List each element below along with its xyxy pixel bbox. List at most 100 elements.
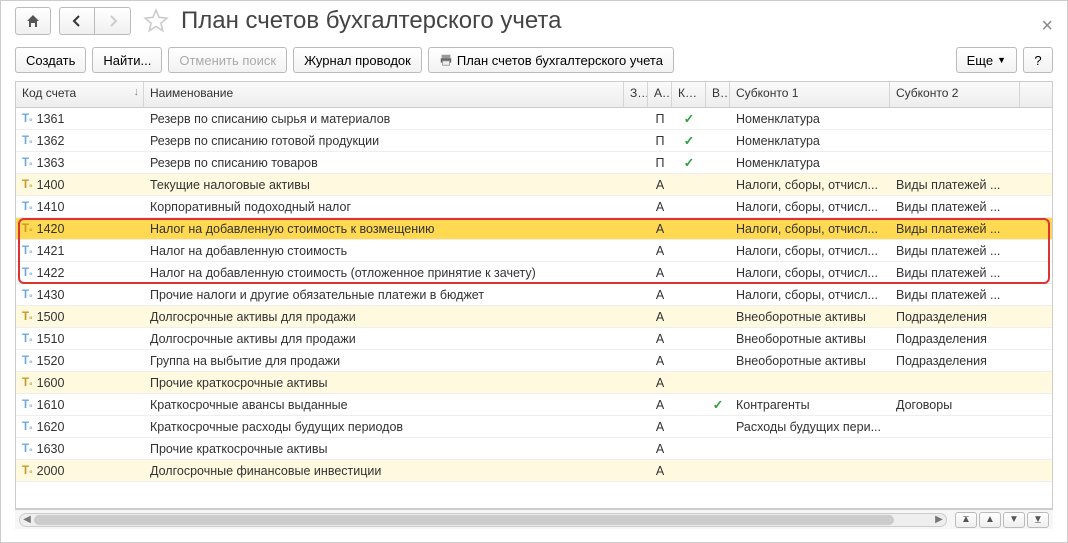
account-name: Группа на выбытие для продажи xyxy=(144,354,624,368)
account-child-icon: T₀ xyxy=(22,355,33,367)
subconto-2: Виды платежей ... xyxy=(890,178,1020,192)
account-type: А xyxy=(648,288,672,302)
account-child-icon: T₀ xyxy=(22,267,33,279)
cancel-search-button[interactable]: Отменить поиск xyxy=(168,47,287,73)
account-child-icon: T₀ xyxy=(22,135,33,147)
table-row[interactable]: T₀2000Долгосрочные финансовые инвестиции… xyxy=(16,460,1052,482)
help-button[interactable]: ? xyxy=(1023,47,1053,73)
account-type: А xyxy=(648,420,672,434)
back-button[interactable] xyxy=(59,7,95,35)
account-name: Долгосрочные финансовые инвестиции xyxy=(144,464,624,478)
journal-button[interactable]: Журнал проводок xyxy=(293,47,422,73)
arrow-right-icon xyxy=(106,14,120,28)
scroll-left-icon[interactable]: ◀ xyxy=(20,514,34,526)
subconto-1: Номенклатура xyxy=(730,112,890,126)
account-code: 1410 xyxy=(37,200,65,214)
account-type: А xyxy=(648,266,672,280)
table-row[interactable]: T₀1361Резерв по списанию сырья и материа… xyxy=(16,108,1052,130)
find-button[interactable]: Найти... xyxy=(92,47,162,73)
scroll-right-icon[interactable]: ▶ xyxy=(932,514,946,526)
account-code: 1430 xyxy=(37,288,65,302)
forward-button[interactable] xyxy=(95,7,131,35)
table-row[interactable]: T₀1422Налог на добавленную стоимость (от… xyxy=(16,262,1052,284)
grid-body[interactable]: T₀1361Резерв по списанию сырья и материа… xyxy=(16,108,1052,488)
account-type: А xyxy=(648,332,672,346)
account-parent-icon: T₀ xyxy=(22,465,33,477)
column-v[interactable]: В. xyxy=(706,82,730,107)
subconto-1: Внеоборотные активы xyxy=(730,354,890,368)
account-type: А xyxy=(648,244,672,258)
account-child-icon: T₀ xyxy=(22,245,33,257)
check-icon: ✓ xyxy=(713,398,723,412)
column-sub1[interactable]: Субконто 1 xyxy=(730,82,890,107)
account-name: Налог на добавленную стоимость к возмеще… xyxy=(144,222,624,236)
column-sub2[interactable]: Субконто 2 xyxy=(890,82,1020,107)
subconto-2: Виды платежей ... xyxy=(890,288,1020,302)
go-up-button[interactable]: ▲ xyxy=(979,512,1001,528)
grid-nav-arrows: ▲─ ▲ ▼ ▼─ xyxy=(951,512,1053,528)
subconto-1: Налоги, сборы, отчисл... xyxy=(730,266,890,280)
account-code: 1363 xyxy=(37,156,65,170)
page-title: План счетов бухгалтерского учета xyxy=(181,7,562,35)
subconto-1: Контрагенты xyxy=(730,398,890,412)
table-row[interactable]: T₀ 1620 Краткосрочные расходы будущих пери… xyxy=(16,416,1052,438)
account-code: 1620 xyxy=(37,420,65,434)
table-row[interactable]: T₀1510Долгосрочные активы для продажиАВн… xyxy=(16,328,1052,350)
account-parent-icon: T₀ xyxy=(22,223,33,235)
account-type: А xyxy=(648,222,672,236)
arrow-left-icon xyxy=(70,14,84,28)
account-code: 1630 xyxy=(37,442,65,456)
print-chart-button[interactable]: План счетов бухгалтерского учета xyxy=(428,47,674,73)
account-name: Налог на добавленную стоимость (отложенн… xyxy=(144,266,624,280)
account-name: Прочие краткосрочные активы xyxy=(144,442,624,456)
create-button[interactable]: Создать xyxy=(15,47,86,73)
account-code: 1400 xyxy=(37,178,65,192)
subconto-1: Налоги, сборы, отчисл... xyxy=(730,288,890,302)
table-row[interactable]: T₀1420Налог на добавленную стоимость к в… xyxy=(16,218,1052,240)
table-row[interactable]: T₀1430Прочие налоги и другие обязательны… xyxy=(16,284,1052,306)
account-code: 1520 xyxy=(37,354,65,368)
account-code: 1510 xyxy=(37,332,65,346)
subconto-2: Виды платежей ... xyxy=(890,266,1020,280)
table-row[interactable]: T₀1421Налог на добавленную стоимостьАНал… xyxy=(16,240,1052,262)
subconto-2: Виды платежей ... xyxy=(890,200,1020,214)
account-type: П xyxy=(648,112,672,126)
subconto-2: Подразделения xyxy=(890,354,1020,368)
account-child-icon: T₀ xyxy=(22,421,33,433)
close-button[interactable]: × xyxy=(1041,15,1053,38)
scrollbar-thumb[interactable] xyxy=(34,515,894,525)
column-z[interactable]: З... xyxy=(624,82,648,107)
table-row[interactable]: T₀1410Корпоративный подоходный налогАНал… xyxy=(16,196,1052,218)
column-code[interactable]: Код счета xyxy=(16,82,144,107)
column-a[interactable]: А... xyxy=(648,82,672,107)
table-row[interactable]: T₀1362Резерв по списанию готовой продукц… xyxy=(16,130,1052,152)
favorite-star-icon[interactable] xyxy=(143,8,169,34)
account-code: 1610 xyxy=(37,398,65,412)
horizontal-scrollbar[interactable]: ◀ ▶ xyxy=(19,513,947,527)
go-down-button[interactable]: ▼ xyxy=(1003,512,1025,528)
account-type: П xyxy=(648,134,672,148)
account-type: А xyxy=(648,310,672,324)
go-first-button[interactable]: ▲─ xyxy=(955,512,977,528)
account-child-icon: T₀ xyxy=(22,333,33,345)
table-row[interactable]: T₀1520Группа на выбытие для продажиАВнео… xyxy=(16,350,1052,372)
account-name: Краткосрочные расходы будущих периодов xyxy=(144,420,624,434)
titlebar: План счетов бухгалтерского учета × xyxy=(1,1,1067,43)
column-name[interactable]: Наименование xyxy=(144,82,624,107)
table-row[interactable]: T₀1610Краткосрочные авансы выданныеА✓Кон… xyxy=(16,394,1052,416)
subconto-1: Номенклатура xyxy=(730,156,890,170)
go-last-button[interactable]: ▼─ xyxy=(1027,512,1049,528)
more-button[interactable]: Еще▼ xyxy=(956,47,1017,73)
table-row[interactable]: T₀1600Прочие краткосрочные активыА xyxy=(16,372,1052,394)
home-icon xyxy=(25,13,41,29)
subconto-1: Внеоборотные активы xyxy=(730,332,890,346)
home-button[interactable] xyxy=(15,7,51,35)
column-kol[interactable]: Кол. xyxy=(672,82,706,107)
subconto-1: Налоги, сборы, отчисл... xyxy=(730,222,890,236)
account-name: Резерв по списанию товаров xyxy=(144,156,624,170)
table-row[interactable]: T₀1400Текущие налоговые активыАНалоги, с… xyxy=(16,174,1052,196)
table-row[interactable]: T₀1363Резерв по списанию товаровП✓Номенк… xyxy=(16,152,1052,174)
account-type: А xyxy=(648,200,672,214)
table-row[interactable]: T₀1630Прочие краткосрочные активыА xyxy=(16,438,1052,460)
table-row[interactable]: T₀1500Долгосрочные активы для продажиАВн… xyxy=(16,306,1052,328)
